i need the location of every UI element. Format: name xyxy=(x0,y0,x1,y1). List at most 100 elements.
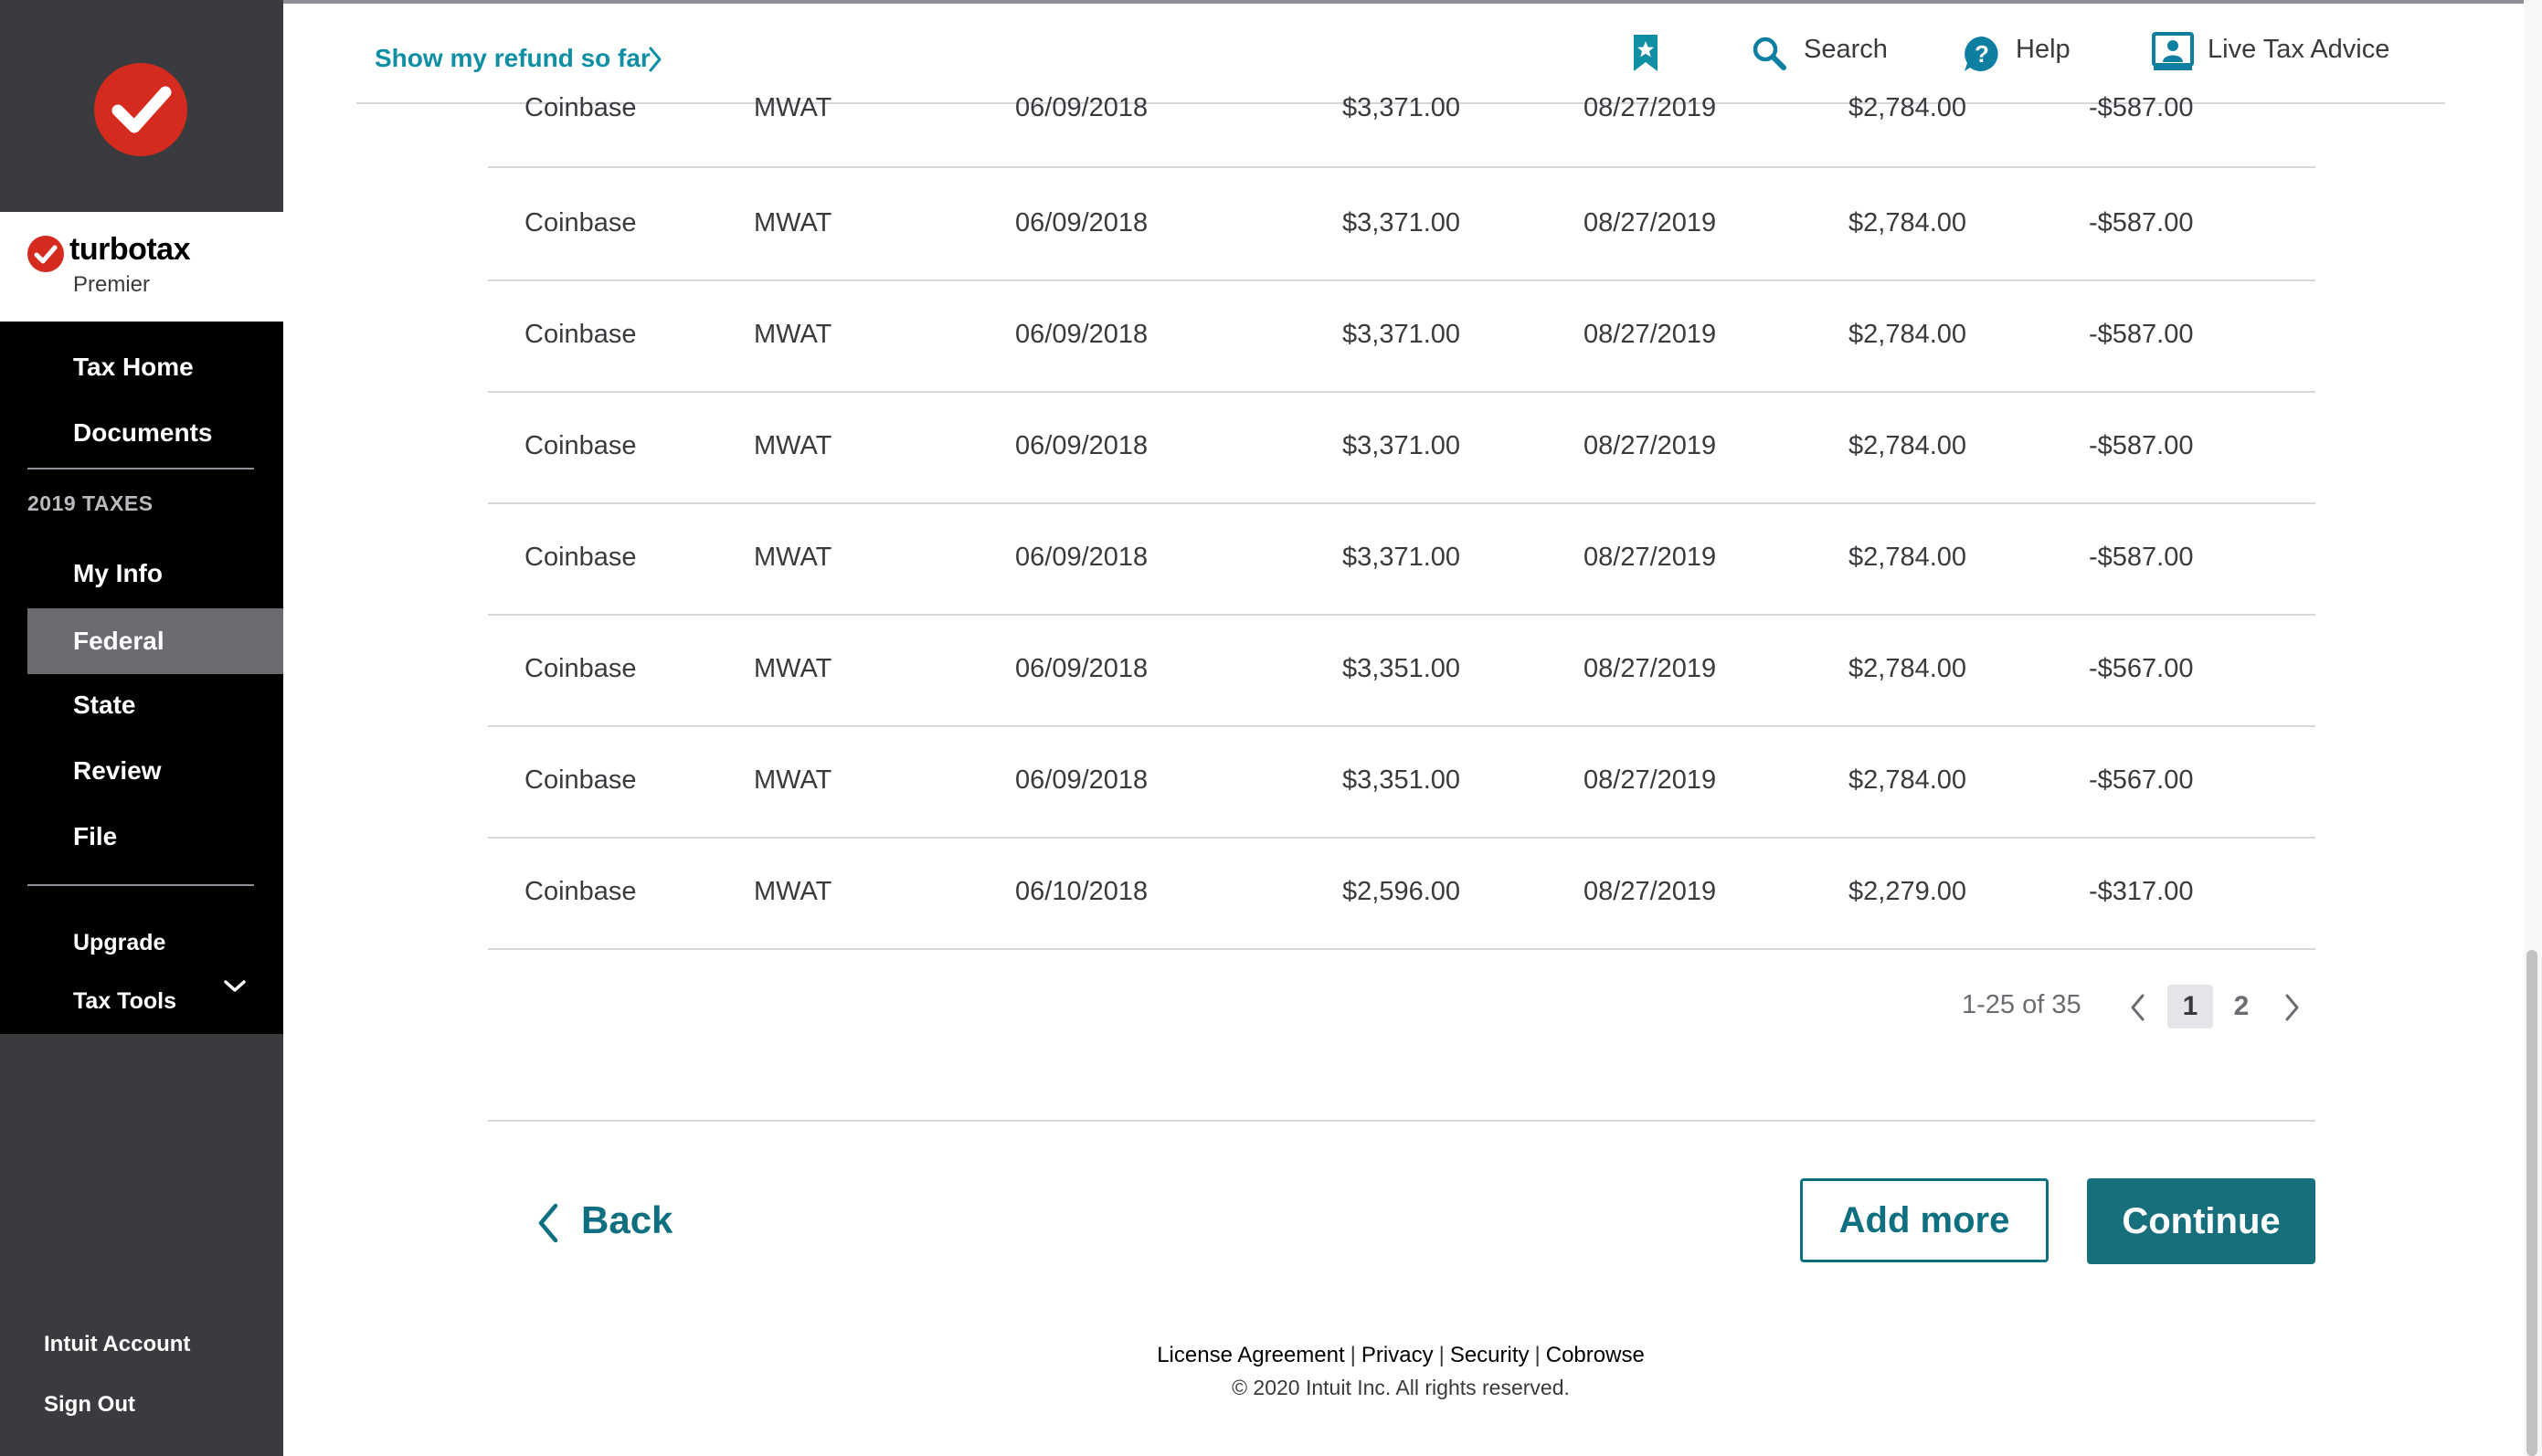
section-divider xyxy=(488,1120,2315,1122)
cell-proceeds: $2,784.00 xyxy=(1848,543,1967,572)
cell-broker: Coinbase xyxy=(524,320,637,349)
cell-gain-loss: -$587.00 xyxy=(2089,320,2194,349)
cell-asset: MWAT xyxy=(754,765,832,795)
cell-proceeds: $2,784.00 xyxy=(1848,654,1967,683)
sidebar-section-title: 2019 TAXES xyxy=(27,491,154,515)
footer-links: License Agreement | Privacy | Security | Cobro… xyxy=(0,1343,2542,1368)
cell-proceeds: $2,784.00 xyxy=(1848,208,1967,237)
sidebar-item-federal[interactable]: Federal xyxy=(27,608,283,674)
logo-block xyxy=(0,4,283,212)
add-more-button[interactable]: Add more xyxy=(1800,1178,2049,1262)
sidebar-item-label: Review xyxy=(73,756,162,785)
cell-asset: MWAT xyxy=(754,654,832,683)
table-row: Coinbase MWAT 06/09/2018 $3,371.00 08/27… xyxy=(488,75,2315,168)
table-row: Coinbase MWAT 06/10/2018 $2,596.00 08/27… xyxy=(488,837,2315,950)
brand-edition: Premier xyxy=(73,272,151,297)
pagination-page-2[interactable]: 2 xyxy=(2219,985,2264,1029)
table-row: Coinbase MWAT 06/09/2018 $3,351.00 08/27… xyxy=(488,725,2315,839)
sidebar-item-tax-home[interactable]: Tax Home xyxy=(0,334,283,400)
cell-proceeds: $2,784.00 xyxy=(1848,320,1967,349)
help-label[interactable]: Help xyxy=(2016,35,2071,65)
show-refund-link[interactable]: Show my refund so far xyxy=(375,44,651,73)
cell-date-sold: 08/27/2019 xyxy=(1583,431,1717,460)
table-row: Coinbase MWAT 06/09/2018 $3,371.00 08/27… xyxy=(488,168,2315,281)
bookmark-star-icon[interactable] xyxy=(1632,33,1659,78)
table-row: Coinbase MWAT 06/09/2018 $3,351.00 08/27… xyxy=(488,614,2315,727)
help-question-icon[interactable]: ? xyxy=(1963,35,2001,78)
license-agreement-link[interactable]: License Agreement xyxy=(1157,1343,1344,1367)
copyright: © 2020 Intuit Inc. All rights reserved. xyxy=(1232,1376,1570,1399)
cell-cost-basis: $2,596.00 xyxy=(1342,877,1461,906)
window-top-border xyxy=(0,0,2542,4)
live-advice-person-icon[interactable] xyxy=(2151,31,2195,78)
cell-broker: Coinbase xyxy=(524,208,637,237)
live-advice-label[interactable]: Live Tax Advice xyxy=(2208,35,2389,65)
search-label[interactable]: Search xyxy=(1804,35,1888,65)
cell-date-acquired: 06/09/2018 xyxy=(1015,431,1149,460)
pagination-next-icon[interactable] xyxy=(2281,992,2303,1028)
cell-date-sold: 08/27/2019 xyxy=(1583,543,1717,572)
cell-broker: Coinbase xyxy=(524,765,637,795)
cell-gain-loss: -$317.00 xyxy=(2089,877,2194,906)
brand-name: turbotax xyxy=(69,232,191,267)
cell-asset: MWAT xyxy=(754,320,832,349)
cell-date-sold: 08/27/2019 xyxy=(1583,208,1717,237)
cell-broker: Coinbase xyxy=(524,654,637,683)
cell-asset: MWAT xyxy=(754,208,832,237)
table-row: Coinbase MWAT 06/09/2018 $3,371.00 08/27… xyxy=(488,280,2315,393)
sidebar-item-state[interactable]: State xyxy=(0,672,283,738)
cell-date-sold: 08/27/2019 xyxy=(1583,765,1717,795)
sidebar-item-label: My Info xyxy=(73,559,163,587)
privacy-link[interactable]: Privacy xyxy=(1361,1343,1434,1367)
cell-date-acquired: 06/09/2018 xyxy=(1015,543,1149,572)
chevron-left-icon xyxy=(535,1200,563,1255)
cell-proceeds: $2,784.00 xyxy=(1848,431,1967,460)
sidebar-item-upgrade[interactable]: Upgrade xyxy=(73,930,165,956)
cell-proceeds: $2,784.00 xyxy=(1848,93,1967,122)
svg-text:?: ? xyxy=(1975,40,1989,68)
table-row: Coinbase MWAT 06/09/2018 $3,371.00 08/27… xyxy=(488,391,2315,504)
sidebar-divider xyxy=(27,468,254,470)
turbotax-logo-icon[interactable] xyxy=(94,63,187,156)
sidebar-item-tax-tools[interactable]: Tax Tools xyxy=(73,988,176,1015)
cell-asset: MWAT xyxy=(754,877,832,906)
security-link[interactable]: Security xyxy=(1450,1343,1530,1367)
sidebar-item-file[interactable]: File xyxy=(0,804,283,870)
cobrowse-link[interactable]: Cobrowse xyxy=(1546,1343,1645,1367)
sidebar-nav: Tax Home Documents 2019 TAXES My Info Fe… xyxy=(0,322,283,1034)
cell-gain-loss: -$587.00 xyxy=(2089,93,2194,122)
sidebar-divider xyxy=(27,884,254,886)
cell-date-acquired: 06/09/2018 xyxy=(1015,765,1149,795)
cell-cost-basis: $3,371.00 xyxy=(1342,431,1461,460)
pagination-range: 1-25 of 35 xyxy=(1962,990,2081,1019)
cell-gain-loss: -$587.00 xyxy=(2089,543,2194,572)
continue-button[interactable]: Continue xyxy=(2087,1178,2315,1264)
cell-proceeds: $2,279.00 xyxy=(1848,877,1967,906)
footer-separator: | xyxy=(1350,1343,1356,1367)
cell-asset: MWAT xyxy=(754,431,832,460)
sidebar-item-label: Documents xyxy=(73,418,213,447)
pagination-page-1[interactable]: 1 xyxy=(2167,985,2213,1029)
cell-gain-loss: -$587.00 xyxy=(2089,431,2194,460)
cell-date-acquired: 06/09/2018 xyxy=(1015,208,1149,237)
cell-date-acquired: 06/09/2018 xyxy=(1015,93,1149,122)
cell-gain-loss: -$567.00 xyxy=(2089,654,2194,683)
cell-broker: Coinbase xyxy=(524,93,637,122)
search-icon[interactable] xyxy=(1751,35,1787,76)
sidebar-item-my-info[interactable]: My Info xyxy=(0,541,283,607)
cell-broker: Coinbase xyxy=(524,543,637,572)
cell-date-sold: 08/27/2019 xyxy=(1583,877,1717,906)
scrollbar-thumb[interactable] xyxy=(2526,950,2537,1456)
cell-cost-basis: $3,371.00 xyxy=(1342,93,1461,122)
cell-proceeds: $2,784.00 xyxy=(1848,765,1967,795)
sidebar-item-documents[interactable]: Documents xyxy=(0,400,283,466)
footer-separator: | xyxy=(1438,1343,1445,1367)
cell-cost-basis: $3,371.00 xyxy=(1342,320,1461,349)
brand-panel: turbotax Premier xyxy=(0,212,283,322)
cell-cost-basis: $3,371.00 xyxy=(1342,543,1461,572)
pagination-prev-icon[interactable] xyxy=(2127,992,2149,1028)
cell-cost-basis: $3,371.00 xyxy=(1342,208,1461,237)
table-row: Coinbase MWAT 06/09/2018 $3,371.00 08/27… xyxy=(488,502,2315,616)
sidebar-item-review[interactable]: Review xyxy=(0,738,283,804)
chevron-down-icon[interactable] xyxy=(221,977,249,1000)
